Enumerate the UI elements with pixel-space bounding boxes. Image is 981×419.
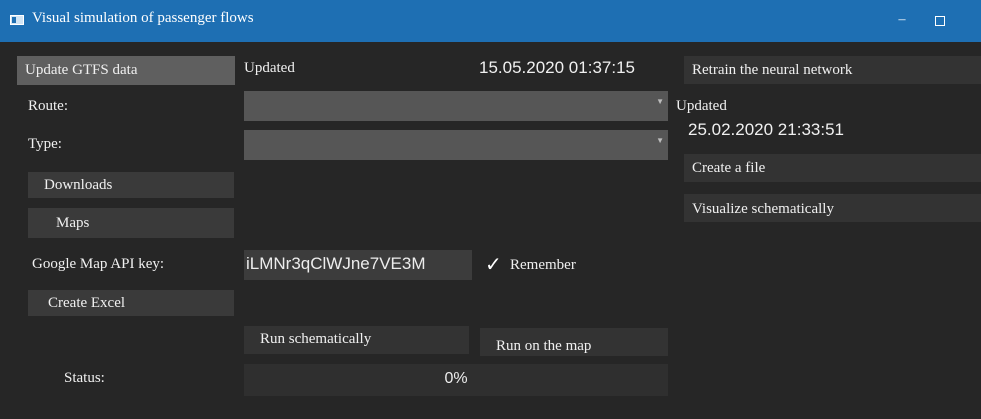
nn-updated-timestamp: 25.02.2020 21:33:51 [688, 120, 844, 139]
maximize-button[interactable] [928, 8, 952, 32]
run-schematically-button[interactable]: Run schematically [244, 326, 469, 354]
update-gtfs-button[interactable]: Update GTFS data [17, 56, 235, 85]
maps-button[interactable]: Maps [28, 208, 234, 238]
api-key-label: Google Map API key: [32, 256, 165, 272]
remember-label: Remember [510, 257, 576, 273]
gtfs-updated-timestamp: 15.05.2020 01:37:15 [479, 58, 635, 77]
downloads-button[interactable]: Downloads [28, 172, 234, 198]
api-key-input[interactable]: iLMNr3qClWJne7VE3M [244, 250, 472, 280]
create-file-button[interactable]: Create a file [684, 154, 981, 182]
nn-updated-label: Updated [676, 98, 727, 114]
run-on-map-button[interactable]: Run on the map [480, 328, 668, 356]
window-title: Visual simulation of passenger flows [32, 10, 254, 26]
retrain-neural-network-button[interactable]: Retrain the neural network [684, 56, 981, 84]
status-progress-bar: 0% [244, 364, 668, 396]
maximize-icon [935, 16, 945, 26]
gtfs-updated-label: Updated [244, 60, 295, 76]
title-bar: Visual simulation of passenger flows – [0, 0, 981, 42]
route-select[interactable]: ▼ [244, 91, 668, 121]
status-label: Status: [64, 370, 105, 386]
type-label: Type: [28, 136, 62, 152]
progress-text: 0% [444, 370, 468, 387]
chevron-down-icon: ▼ [656, 97, 664, 106]
route-label: Route: [28, 98, 68, 114]
type-select[interactable]: ▼ [244, 130, 668, 160]
remember-checkbox[interactable]: ✓ [485, 252, 502, 277]
app-window-icon [10, 15, 24, 25]
main-window: Visual simulation of passenger flows – U… [0, 0, 981, 419]
minimize-button[interactable]: – [890, 8, 914, 32]
create-excel-button[interactable]: Create Excel [28, 290, 234, 316]
visualize-schematically-button[interactable]: Visualize schematically [684, 194, 981, 222]
chevron-down-icon: ▼ [656, 136, 664, 145]
